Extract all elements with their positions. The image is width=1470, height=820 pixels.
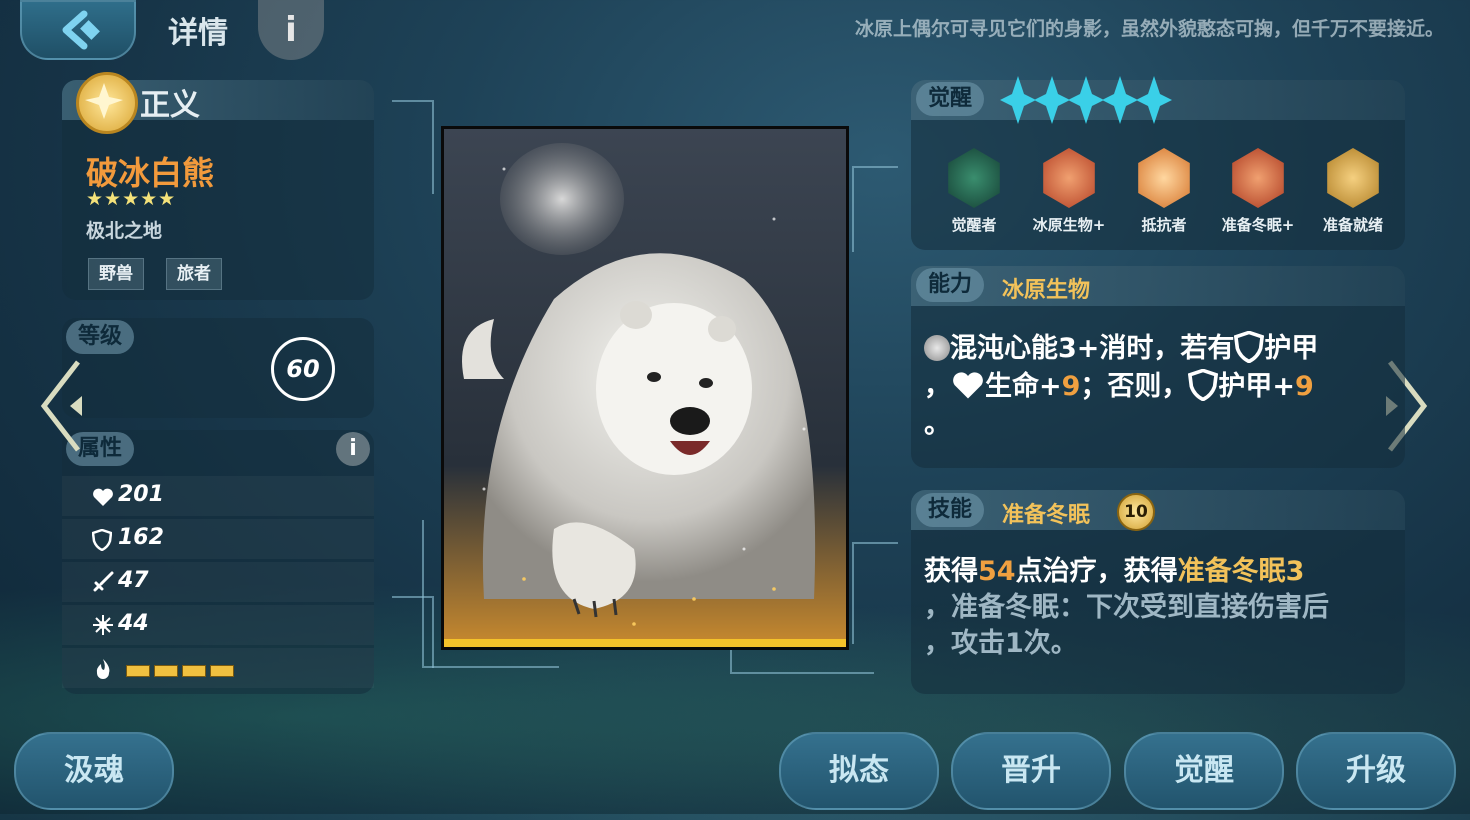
skill-header — [911, 490, 1405, 530]
unit-card-art — [441, 126, 849, 650]
polar-bear-illustration — [444, 129, 846, 647]
skill-cost: 10 — [1124, 502, 1148, 522]
awaken-skill-resister[interactable]: 抵抗者 — [1116, 148, 1212, 235]
upgrade-button[interactable]: 升级 — [1296, 732, 1456, 810]
stat-row-energy — [62, 648, 374, 688]
level-value: 60 — [286, 355, 320, 383]
stat-row-attack: 47 — [62, 562, 374, 602]
unit-region: 极北之地 — [86, 220, 163, 242]
tag-traveler: 旅者 — [166, 258, 222, 290]
ability-header — [911, 266, 1405, 306]
hexagon-shield-icon — [1138, 148, 1190, 208]
ability-text: 混沌心能3+消时，若有 — [950, 333, 1235, 364]
ability-text: 护甲 — [1264, 333, 1319, 364]
awaken-button[interactable]: 觉醒 — [1124, 732, 1284, 810]
awakener-icon — [948, 148, 1000, 208]
star-emblem-icon — [76, 72, 138, 134]
sword-icon — [93, 571, 114, 592]
promote-button[interactable]: 晋升 — [951, 732, 1111, 810]
diamond-star-icon — [1102, 76, 1138, 124]
stat-attack-value: 47 — [118, 568, 149, 593]
skill-description: 获得54点治疗，获得准备冬眠3 ，准备冬眠：下次受到直接伤害后 ，攻击1次。 — [924, 554, 1394, 662]
skill-value: 54 — [978, 556, 1016, 587]
back-button[interactable] — [20, 0, 136, 60]
info-icon: i — [349, 436, 357, 461]
spark-icon — [93, 615, 113, 635]
level-label: 等级 — [66, 320, 135, 354]
ability-value: 9 — [1295, 371, 1314, 402]
awaken-skill-label: 准备冬眠+ — [1221, 216, 1295, 234]
faction-name: 正义 — [140, 88, 200, 123]
ability-text: ；否则， — [1080, 371, 1189, 402]
ability-description: 混沌心能3+消时，若有 护甲 ，生命+9；否则， 护甲+9 。 — [924, 330, 1394, 444]
bear-figure-icon — [1043, 148, 1095, 208]
connector-line — [852, 542, 898, 644]
stat-row-armor: 162 — [62, 519, 374, 559]
connector-line — [392, 100, 434, 194]
info-button[interactable]: i — [258, 0, 324, 60]
energy-segment — [182, 665, 206, 677]
energy-segment — [126, 665, 150, 677]
flavor-text: 冰原上偶尔可寻见它们的身影，虽然外貌憨态可掬，但千万不要接近。 — [854, 18, 1444, 40]
previous-unit-arrow[interactable] — [38, 356, 88, 456]
awaken-skill-label: 冰原生物+ — [1032, 216, 1106, 234]
stat-armor-value: 162 — [118, 525, 164, 550]
hibernate-figure-icon — [1232, 148, 1284, 208]
ability-text: 生命+ — [985, 371, 1062, 402]
ability-text: ， — [924, 371, 951, 402]
awaken-skill-label: 抵抗者 — [1141, 216, 1187, 234]
awaken-skill-label: 觉醒者 — [951, 216, 997, 234]
ability-name: 冰原生物 — [1002, 278, 1091, 303]
connector-line — [730, 646, 874, 674]
flame-icon — [96, 659, 110, 679]
skill-text: 点治疗，获得 — [1015, 556, 1178, 587]
ability-value: 9 — [1061, 371, 1081, 402]
connector-line — [852, 166, 898, 252]
chaos-orb-icon — [924, 335, 950, 361]
heart-icon — [953, 372, 983, 399]
awaken-skill-label: 准备就绪 — [1322, 216, 1383, 234]
awaken-stars — [998, 74, 1173, 130]
ability-text: 护甲+ — [1218, 371, 1296, 402]
awaken-skill-awakener[interactable]: 觉醒者 — [926, 148, 1022, 235]
awaken-skill-ice-creature[interactable]: 冰原生物+ — [1021, 148, 1117, 235]
skill-text: ，攻击1次。 — [924, 628, 1078, 659]
info-icon: i — [285, 10, 297, 50]
diamond-star-icon — [1068, 76, 1104, 124]
stat-row-health: 201 — [62, 476, 374, 516]
unit-stars: ★★★★★ — [86, 188, 177, 210]
awaken-skill-ready[interactable]: 准备就绪 — [1305, 148, 1401, 235]
heart-icon — [93, 488, 113, 506]
mimic-button[interactable]: 拟态 — [779, 732, 939, 810]
skill-label: 技能 — [916, 493, 985, 527]
ability-label: 能力 — [916, 268, 985, 302]
diamond-star-icon — [1000, 76, 1036, 124]
skill-text: ，准备冬眠：下次受到直接伤害后 — [924, 592, 1329, 623]
stat-spark-value: 44 — [118, 611, 149, 636]
tag-beast: 野兽 — [88, 258, 144, 290]
attributes-info-button[interactable]: i — [336, 432, 370, 466]
awaken-skill-hibernate[interactable]: 准备冬眠+ — [1210, 148, 1306, 235]
page-title: 详情 — [168, 16, 228, 51]
skill-cost-badge: 10 — [1117, 493, 1155, 531]
shield-icon — [1234, 330, 1265, 364]
stat-row-spark: 44 — [62, 605, 374, 645]
shield-icon — [92, 529, 112, 551]
soul-button[interactable]: 汲魂 — [14, 732, 174, 810]
diamond-star-icon — [1034, 76, 1070, 124]
lightning-icon — [1327, 148, 1379, 208]
skill-name: 准备冬眠 — [1002, 503, 1091, 528]
energy-segment — [210, 665, 234, 677]
diamond-star-icon — [1136, 76, 1172, 124]
skill-text: 获得 — [924, 556, 978, 587]
energy-segment — [154, 665, 178, 677]
awaken-label: 觉醒 — [916, 82, 985, 116]
stat-health-value: 201 — [118, 482, 164, 507]
energy-bar — [126, 662, 234, 681]
back-arrow-icon — [62, 10, 100, 50]
skill-keyword: 准备冬眠3 — [1177, 556, 1305, 587]
shield-icon — [1188, 368, 1219, 402]
level-badge: 60 — [271, 337, 335, 401]
ability-text: 。 — [924, 409, 951, 440]
